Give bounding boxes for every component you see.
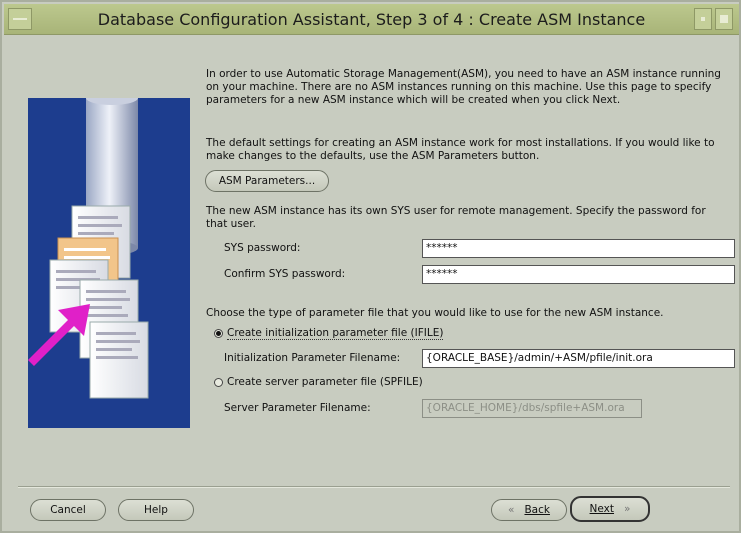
intro-paragraph: In order to use Automatic Storage Manage… (206, 68, 721, 106)
ifile-radio[interactable] (214, 329, 223, 338)
server-parameter-filename-label: Server Parameter Filename: (224, 402, 371, 414)
next-button[interactable]: Next » (570, 496, 650, 522)
asm-parameters-button[interactable]: ASM Parameters... (205, 170, 329, 192)
dialog-window: Database Configuration Assistant, Step 3… (0, 0, 741, 533)
cancel-button[interactable]: Cancel (30, 499, 106, 521)
sys-password-field[interactable]: ****** (422, 239, 735, 258)
title-bar[interactable]: Database Configuration Assistant, Step 3… (4, 4, 739, 35)
sys-password-label: SYS password: (224, 242, 301, 254)
defaults-paragraph: The default settings for creating an ASM… (206, 137, 715, 162)
confirm-sys-password-field[interactable]: ****** (422, 265, 735, 284)
server-parameter-filename-field: {ORACLE_HOME}/dbs/spfile+ASM.ora (422, 399, 642, 418)
back-button-label: Back (524, 504, 550, 516)
initialization-parameter-filename-field[interactable]: {ORACLE_BASE}/admin/+ASM/pfile/init.ora (422, 349, 735, 368)
footer-separator (18, 486, 730, 488)
spfile-radio-label[interactable]: Create server parameter file (SPFILE) (227, 376, 423, 388)
sys-user-paragraph: The new ASM instance has its own SYS use… (206, 205, 706, 230)
spfile-radio[interactable] (214, 378, 223, 387)
parameter-file-prompt: Choose the type of parameter file that y… (206, 307, 664, 319)
confirm-sys-password-label: Confirm SYS password: (224, 268, 346, 280)
minimize-button[interactable] (694, 8, 712, 30)
maximize-button[interactable] (715, 8, 733, 30)
double-chevron-left-icon: « (508, 504, 515, 516)
next-button-label: Next (589, 503, 615, 515)
help-button[interactable]: Help (118, 499, 194, 521)
ifile-radio-label[interactable]: Create initialization parameter file (IF… (227, 327, 444, 340)
double-chevron-right-icon: » (624, 503, 631, 515)
back-button[interactable]: « Back (491, 499, 567, 521)
database-documents-illustration (28, 91, 190, 428)
window-menu-button[interactable] (8, 8, 32, 30)
window-title: Database Configuration Assistant, Step 3… (97, 10, 646, 29)
initialization-parameter-filename-label: Initialization Parameter Filename: (224, 352, 401, 364)
